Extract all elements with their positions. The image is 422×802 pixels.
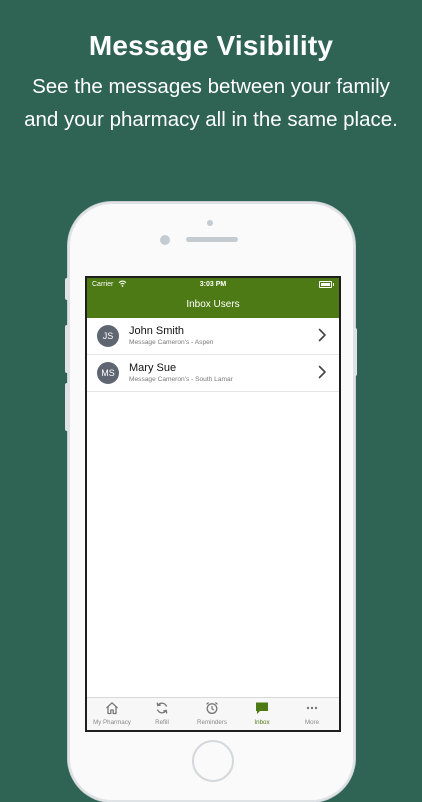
volume-down-button bbox=[65, 383, 69, 431]
power-button bbox=[353, 328, 357, 376]
inbox-user-list: JS John Smith Message Cameron's - Aspen … bbox=[87, 318, 339, 392]
home-icon bbox=[106, 702, 118, 715]
front-camera bbox=[160, 235, 170, 245]
home-button[interactable] bbox=[192, 740, 234, 782]
tab-bar: My Pharmacy Refill Reminders Inbox More bbox=[87, 697, 339, 730]
earpiece-speaker bbox=[186, 237, 238, 242]
tab-label: Reminders bbox=[197, 719, 227, 726]
more-dots-icon bbox=[306, 706, 318, 710]
chat-bubble-icon bbox=[256, 702, 268, 714]
promo-description: See the messages between your family and… bbox=[0, 70, 422, 136]
promo-headline: Message Visibility bbox=[88, 30, 334, 61]
inbox-user-row[interactable]: JS John Smith Message Cameron's - Aspen bbox=[87, 318, 339, 355]
mute-switch bbox=[65, 278, 69, 300]
avatar: JS bbox=[97, 325, 119, 347]
user-pharmacy: Message Cameron's - Aspen bbox=[129, 339, 214, 346]
inbox-user-row[interactable]: MS Mary Sue Message Cameron's - South La… bbox=[87, 355, 339, 392]
tab-more[interactable]: More bbox=[287, 698, 337, 730]
phone-screen: Carrier 3:03 PM Inbox Users JS John Smit… bbox=[85, 276, 341, 732]
promo-line-1: See the messages between your family bbox=[32, 75, 390, 98]
tab-inbox[interactable]: Inbox bbox=[237, 698, 287, 730]
user-name: John Smith bbox=[129, 325, 185, 337]
user-name: Mary Sue bbox=[129, 362, 177, 374]
chevron-right-icon bbox=[318, 365, 326, 379]
volume-up-button bbox=[65, 325, 69, 373]
tab-label: More bbox=[304, 719, 320, 726]
proximity-sensor bbox=[207, 220, 213, 226]
app-header: Carrier 3:03 PM Inbox Users bbox=[87, 278, 339, 318]
tab-label: My Pharmacy bbox=[93, 719, 131, 726]
avatar: MS bbox=[97, 362, 119, 384]
promo-line-2: and your pharmacy all in the same place. bbox=[24, 108, 398, 131]
status-time: 3:03 PM bbox=[199, 281, 227, 288]
battery-icon bbox=[319, 281, 334, 288]
chevron-right-icon bbox=[318, 328, 326, 342]
tab-label: Inbox bbox=[254, 719, 270, 726]
refresh-icon bbox=[156, 702, 168, 714]
tab-my-pharmacy[interactable]: My Pharmacy bbox=[87, 698, 137, 730]
user-pharmacy: Message Cameron's - South Lamar bbox=[129, 376, 233, 383]
tab-reminders[interactable]: Reminders bbox=[187, 698, 237, 730]
tab-label: Refill bbox=[155, 719, 169, 726]
tab-refill[interactable]: Refill bbox=[137, 698, 187, 730]
alarm-clock-icon bbox=[206, 702, 218, 715]
status-bar: Carrier 3:03 PM bbox=[87, 278, 339, 292]
nav-title: Inbox Users bbox=[186, 299, 240, 310]
